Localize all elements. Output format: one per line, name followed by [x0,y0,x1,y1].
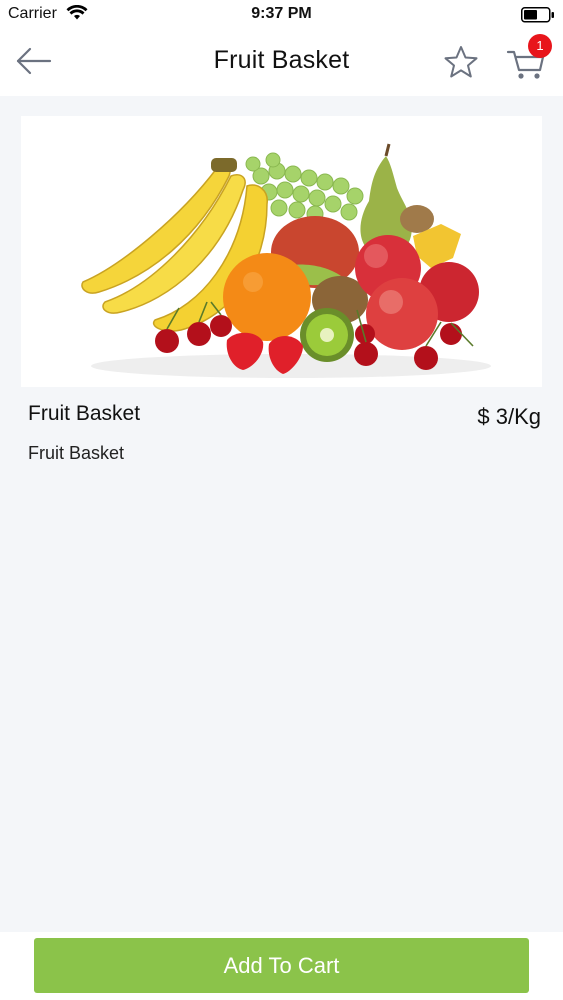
cart-count-badge: 1 [528,34,552,58]
star-outline-icon [444,46,478,78]
favorite-button[interactable] [441,44,481,80]
bottom-action-bar: Add To Cart [0,932,563,1000]
nav-bar: Fruit Basket [0,30,563,96]
product-name: Fruit Basket [28,402,141,425]
clock-time: 9:37 PM [251,5,312,22]
fruit-basket-image [81,143,491,378]
product-description: Fruit Basket [28,443,125,463]
status-bar: Carrier 9:37 PM [0,0,563,30]
battery-icon [521,7,555,28]
product-image [21,116,542,387]
product-price: $ 3/Kg [477,404,541,429]
add-to-cart-button[interactable]: Add To Cart [34,938,529,993]
